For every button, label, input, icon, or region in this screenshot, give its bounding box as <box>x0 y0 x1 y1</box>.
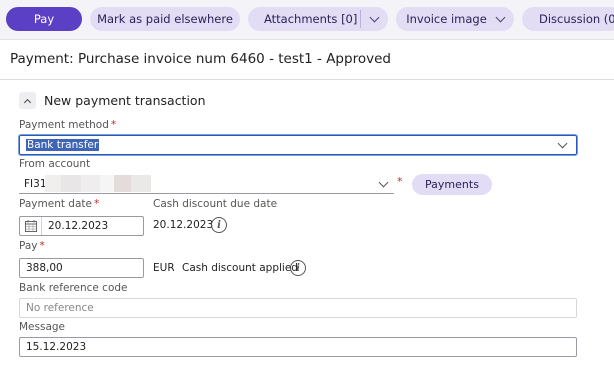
chevron-down-icon <box>369 12 380 22</box>
attachments-label: Attachments [0] <box>264 12 358 26</box>
pay-amount-input[interactable]: 388,00 <box>19 258 144 278</box>
chevron-down-icon <box>495 12 506 22</box>
redacted-block <box>114 175 131 192</box>
pay-button-label: Pay <box>33 12 55 26</box>
invoice-image-label: Invoice image <box>406 12 487 26</box>
redacted-block <box>45 175 61 192</box>
redacted-block <box>100 175 114 192</box>
discussion-button[interactable]: Discussion (0 <box>522 7 614 31</box>
calendar-icon[interactable] <box>20 217 42 235</box>
required-mark: * <box>39 240 45 252</box>
message-input[interactable]: 15.12.2023 <box>19 337 577 357</box>
payments-button[interactable]: Payments <box>412 174 492 195</box>
currency-label: EUR <box>153 262 175 274</box>
required-mark: * <box>397 175 403 188</box>
from-account-value: FI31 <box>24 178 47 190</box>
attachments-dropdown-toggle[interactable] <box>361 7 388 31</box>
bank-reference-placeholder: No reference <box>26 302 94 314</box>
redacted-block <box>81 175 100 192</box>
page-title: Payment: Purchase invoice num 6460 - tes… <box>10 51 391 67</box>
payment-date-label: Payment date * <box>19 198 99 210</box>
redacted-block <box>131 175 151 192</box>
pay-label-text: Pay <box>19 240 38 252</box>
action-toolbar: Pay Mark as paid elsewhere Attachments [… <box>0 0 614 40</box>
payment-method-value: Bank transfer <box>26 139 100 151</box>
payments-button-label: Payments <box>425 178 479 191</box>
info-icon[interactable]: i <box>211 217 227 233</box>
required-mark: * <box>110 119 117 131</box>
chevron-up-icon <box>23 98 32 106</box>
cash-discount-applied-text: Cash discount applied <box>182 262 298 274</box>
cash-discount-due-label: Cash discount due date <box>153 198 278 210</box>
section-title: New payment transaction <box>44 93 206 108</box>
chevron-down-icon <box>557 138 568 149</box>
invoice-image-button[interactable]: Invoice image <box>396 7 514 31</box>
bank-reference-label: Bank reference code <box>19 282 128 294</box>
bank-reference-input[interactable]: No reference <box>19 298 577 318</box>
payment-method-label: Payment method * <box>19 119 116 131</box>
from-account-label: From account <box>19 158 91 170</box>
payment-date-label-text: Payment date <box>19 198 92 210</box>
from-account-underline <box>19 193 394 194</box>
mark-paid-elsewhere-label: Mark as paid elsewhere <box>97 12 233 26</box>
payment-method-select[interactable]: Bank transfer <box>18 134 578 156</box>
message-label: Message <box>19 321 66 333</box>
pay-label: Pay * <box>19 240 45 252</box>
pay-amount-value: 388,00 <box>26 262 63 274</box>
cash-discount-due-value: 20.12.2023 <box>153 219 214 231</box>
mark-paid-elsewhere-button[interactable]: Mark as paid elsewhere <box>90 7 240 31</box>
info-icon[interactable]: i <box>290 260 306 276</box>
payment-date-input[interactable]: 20.12.2023 <box>19 216 144 236</box>
payment-method-label-text: Payment method <box>19 119 109 131</box>
required-mark: * <box>93 198 100 210</box>
payment-date-value: 20.12.2023 <box>48 220 109 232</box>
collapse-section-button[interactable] <box>19 92 36 109</box>
discussion-label: Discussion (0 <box>539 12 614 26</box>
pay-button[interactable]: Pay <box>6 7 82 31</box>
title-divider <box>0 79 614 80</box>
redacted-block <box>61 175 81 192</box>
message-value: 15.12.2023 <box>26 341 87 353</box>
